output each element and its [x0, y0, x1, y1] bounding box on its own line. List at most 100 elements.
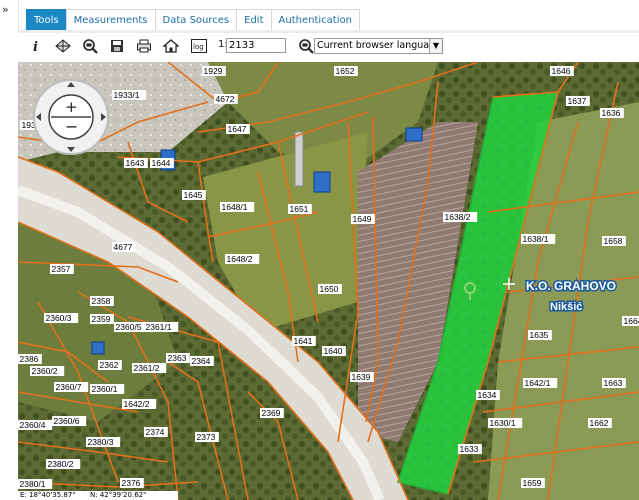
svg-text:2360/1: 2360/1 [92, 384, 118, 394]
print-icon[interactable] [136, 38, 152, 54]
parcel-label: 1933/1 [112, 90, 147, 100]
svg-text:i: i [33, 40, 38, 54]
parcel-label: 1634 [476, 390, 500, 400]
north-coordinate: N: 42°39'20.62" [90, 491, 147, 499]
svg-text:1933/1: 1933/1 [114, 90, 140, 100]
log-icon[interactable]: log [191, 38, 207, 54]
tab-measurements[interactable]: Measurements [65, 9, 156, 31]
parcel-label: 2369 [260, 408, 284, 418]
svg-text:1640: 1640 [324, 346, 343, 356]
map-view[interactable]: 1929 1652 1933/1 4672 1637 1636 1937 1647 1646 16… [18, 62, 639, 500]
parcel-label: 2360/7 [54, 382, 89, 392]
svg-text:1637: 1637 [568, 96, 587, 106]
chevron-down-icon[interactable]: ▼ [429, 39, 442, 53]
svg-text:1646: 1646 [552, 66, 571, 76]
svg-text:1648/2: 1648/2 [227, 254, 253, 264]
info-icon[interactable]: i [28, 38, 44, 54]
map-navigation-control[interactable]: + − [33, 79, 109, 155]
double-chevron-right-icon[interactable]: » [2, 4, 9, 15]
svg-text:2360/3: 2360/3 [46, 313, 72, 323]
parcel-label: 2358 [90, 296, 114, 306]
parcel-label: 1641 [292, 336, 316, 346]
parcel-label: 2360/4 [18, 420, 53, 430]
settlement-label: K.O. GRAHOVO [526, 279, 616, 293]
svg-text:2360/7: 2360/7 [56, 382, 82, 392]
tab-data-sources[interactable]: Data Sources [154, 9, 238, 31]
zoom-to-scale-icon[interactable] [298, 38, 314, 54]
parcel-label: 1652 [334, 66, 358, 76]
svg-text:4677: 4677 [114, 242, 133, 252]
svg-text:1649: 1649 [353, 214, 372, 224]
parcel-label: 2364 [190, 356, 214, 366]
parcel-label: 2363 [166, 353, 190, 363]
parcel-label: 2376 [120, 478, 144, 488]
home-icon[interactable] [163, 38, 179, 54]
collapse-sidebar[interactable]: » [0, 0, 19, 500]
svg-text:1643: 1643 [126, 158, 145, 168]
parcel-label: 2357 [50, 264, 74, 274]
save-icon[interactable] [109, 38, 125, 54]
svg-text:2361/1: 2361/1 [146, 322, 172, 332]
parcel-label: 4672 [214, 94, 238, 104]
tab-edit[interactable]: Edit [236, 9, 272, 31]
parcel-label: 2362 [98, 360, 122, 370]
tab-bar: Tools Measurements Data Sources Edit Aut… [26, 9, 360, 31]
svg-text:log: log [193, 43, 204, 51]
parcel-label: 1658 [602, 236, 626, 246]
parcel-label: 1638/1 [521, 234, 556, 244]
tab-tools[interactable]: Tools [26, 9, 67, 31]
svg-text:1663: 1663 [604, 378, 623, 388]
svg-text:2380/1: 2380/1 [20, 479, 46, 489]
parcel-label: 2359 [90, 314, 114, 324]
svg-text:1662: 1662 [590, 418, 609, 428]
building [91, 341, 105, 355]
parcel-label: 1929 [202, 66, 226, 76]
parcel-label: 1659 [521, 478, 545, 488]
svg-text:2362: 2362 [100, 360, 119, 370]
svg-text:1638/1: 1638/1 [523, 234, 549, 244]
parcel-label: 1648/1 [220, 202, 255, 212]
parcel-label: 1649 [351, 214, 375, 224]
svg-text:1633: 1633 [460, 444, 479, 454]
parcel-label: 2360/3 [44, 313, 79, 323]
svg-text:1639: 1639 [352, 372, 371, 382]
svg-text:1642/2: 1642/2 [124, 399, 150, 409]
svg-text:1630/1: 1630/1 [490, 418, 516, 428]
parcel-label: 1633 [458, 444, 482, 454]
parcel-label: 2386 [18, 354, 42, 364]
parcel-label: 2380/2 [46, 459, 81, 469]
svg-text:2358: 2358 [92, 296, 111, 306]
parcel-label: 2360/5 [114, 322, 149, 332]
svg-text:2363: 2363 [168, 353, 187, 363]
svg-text:2376: 2376 [122, 478, 141, 488]
svg-text:1642/1: 1642/1 [525, 378, 551, 388]
building [405, 127, 423, 142]
svg-text:1648/1: 1648/1 [222, 202, 248, 212]
coordinate-readout: E: 18°40'35.87" N: 42°39'20.62" [18, 491, 178, 500]
layers-icon[interactable] [55, 38, 71, 54]
svg-text:1641: 1641 [294, 336, 313, 346]
zoom-in-icon[interactable]: + [65, 98, 78, 116]
parcel-label: 4677 [112, 242, 136, 252]
parcel-label: 2360/6 [52, 416, 87, 426]
parcel-label: 1646 [550, 66, 574, 76]
scale-input[interactable] [226, 38, 286, 53]
tab-authentication[interactable]: Authentication [270, 9, 360, 31]
zoom-out-icon[interactable]: − [65, 117, 78, 136]
svg-text:2357: 2357 [52, 264, 71, 274]
svg-text:1652: 1652 [336, 66, 355, 76]
map-canvas[interactable]: 1929 16521933/1 4672 163716361937 1647164616… [18, 62, 639, 500]
zoom-extent-icon[interactable] [82, 38, 98, 54]
svg-text:1659: 1659 [523, 478, 542, 488]
svg-text:2380/2: 2380/2 [48, 459, 74, 469]
parcel-label: 1663 [602, 378, 626, 388]
svg-text:1650: 1650 [320, 284, 339, 294]
svg-text:2369: 2369 [262, 408, 281, 418]
svg-text:2360/2: 2360/2 [32, 366, 58, 376]
language-select[interactable]: Current browser language ▼ [314, 38, 443, 54]
svg-text:2380/3: 2380/3 [88, 437, 114, 447]
parcel-label: 1635 [528, 330, 552, 340]
parcel-label: 1630/1 [488, 418, 523, 428]
svg-text:2360/6: 2360/6 [54, 416, 80, 426]
svg-text:1635: 1635 [530, 330, 549, 340]
